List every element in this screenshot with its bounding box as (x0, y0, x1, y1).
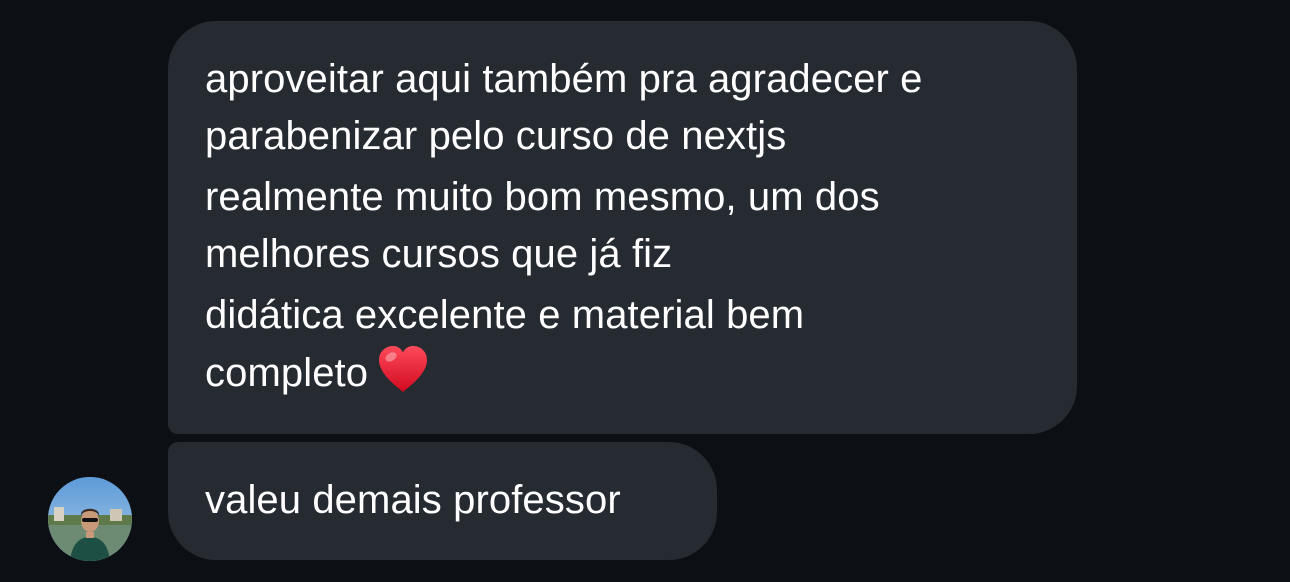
message-line-with-emoji: completo (205, 344, 1041, 402)
message-line: valeu demais professor (205, 478, 621, 522)
message-bubble[interactable]: valeu demais professor (168, 442, 717, 560)
message-line: melhores cursos que já fiz (205, 232, 673, 276)
avatar-photo (48, 477, 132, 561)
avatar[interactable] (48, 477, 132, 561)
message-thread: aproveitar aqui também pra agradecer e p… (0, 0, 1290, 582)
message-line: didática excelente e material bem (205, 293, 805, 337)
message-line-text: completo (205, 351, 369, 395)
message-line: parabenizar pelo curso de nextjs (205, 114, 787, 158)
heart-icon (376, 344, 430, 394)
message-bubble-group[interactable]: aproveitar aqui também pra agradecer e p… (168, 21, 1077, 434)
message-line: aproveitar aqui também pra agradecer e (205, 57, 923, 101)
message-line: realmente muito bom mesmo, um dos (205, 175, 880, 219)
